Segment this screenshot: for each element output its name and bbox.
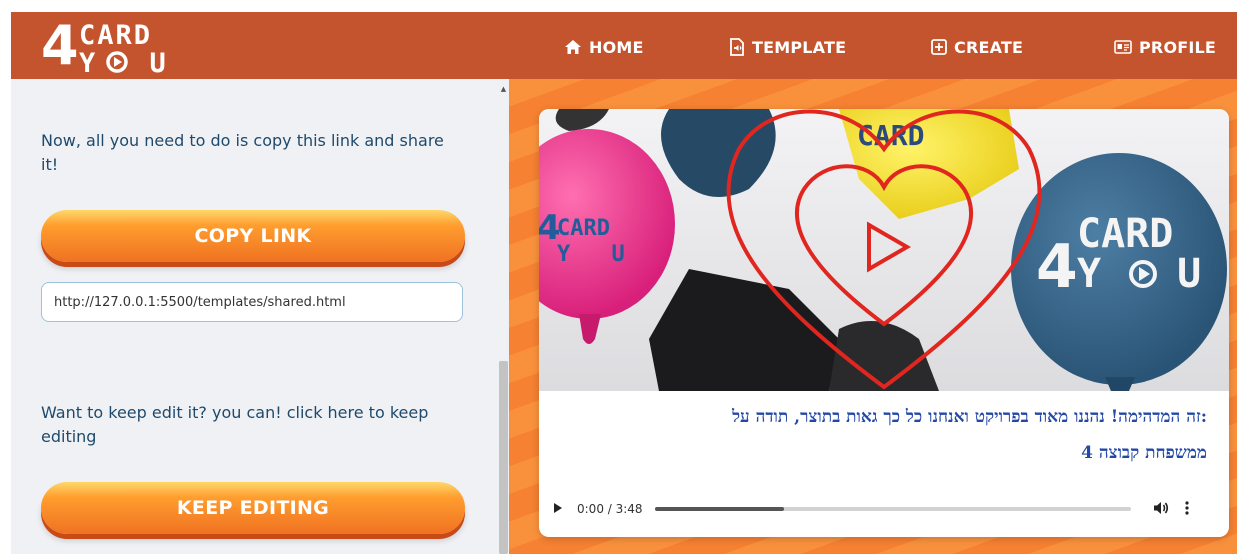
pink-balloon-logo-line2: Y U (557, 242, 639, 267)
scroll-thumb[interactable] (499, 361, 508, 554)
keep-editing-button-label: KEEP EDITING (176, 497, 330, 519)
top-nav-bar: 4 CARD Y U HOME TEMPLATE CREATE PROFILE (11, 12, 1237, 79)
scroll-up-arrow-icon[interactable]: ▲ (498, 85, 509, 93)
card-message: :זה המדהימה! נהננו מאוד בפרויקט ואנחנו כ… (557, 399, 1207, 471)
panel-scrollbar[interactable]: ▲ (498, 79, 509, 554)
id-card-icon (1114, 40, 1132, 54)
nav-template[interactable]: TEMPLATE (729, 36, 846, 58)
blue-balloon-logo-digit: 4 (1036, 232, 1078, 302)
card-message-line2: ממשפחת קבוצה 4 (1081, 443, 1207, 463)
nav-home[interactable]: HOME (564, 36, 644, 58)
home-icon (565, 40, 581, 54)
logo-digit: 4 (41, 16, 79, 76)
card-image: 4 CARD Y U 4 CARD Y U CARD (539, 109, 1229, 391)
copy-link-button[interactable]: COPY LINK (41, 210, 465, 262)
nav-profile-label: PROFILE (1139, 37, 1217, 57)
plus-square-icon (931, 39, 947, 55)
share-link-field[interactable] (41, 282, 463, 322)
copy-link-button-label: COPY LINK (194, 225, 312, 247)
blue-balloon-logo-line2: Y U (1077, 251, 1227, 297)
share-instructions: Now, all you need to do is copy this lin… (41, 131, 444, 174)
volume-icon[interactable] (1153, 501, 1169, 518)
audio-progress-bar[interactable] (655, 507, 1131, 511)
audio-progress-fill (655, 507, 784, 511)
nav-home-label: HOME (589, 37, 644, 57)
keep-edit-text: Want to keep edit it? you can! click her… (41, 403, 429, 446)
share-panel: Now, all you need to do is copy this lin… (11, 79, 509, 554)
card-message-line1: :זה המדהימה! נהננו מאוד בפרויקט ואנחנו כ… (732, 407, 1207, 427)
logo-4cardyou[interactable]: 4 CARD Y U (41, 14, 201, 79)
audio-player: 0:00 / 3:48 (553, 497, 1217, 521)
pink-balloon-logo-line1: CARD (557, 216, 610, 241)
balloons-illustration: 4 CARD Y U 4 CARD Y U CARD (539, 109, 1229, 391)
logo-line1: CARD (79, 20, 152, 51)
audio-time: 0:00 / 3:48 (577, 502, 643, 516)
keep-editing-button[interactable]: KEEP EDITING (41, 482, 465, 534)
nav-create-label: CREATE (954, 37, 1024, 57)
play-icon[interactable] (553, 502, 571, 517)
logo-mark: 4 CARD Y U (41, 14, 185, 79)
more-options-icon[interactable] (1185, 500, 1189, 518)
greeting-card: 4 CARD Y U 4 CARD Y U CARD :זה המדהימה! … (539, 109, 1229, 537)
nav-template-label: TEMPLATE (752, 37, 847, 57)
logo-line2: Y U (79, 48, 185, 76)
nav-create[interactable]: CREATE (931, 36, 1023, 58)
file-audio-icon (730, 38, 744, 56)
nav-profile[interactable]: PROFILE (1114, 36, 1216, 58)
